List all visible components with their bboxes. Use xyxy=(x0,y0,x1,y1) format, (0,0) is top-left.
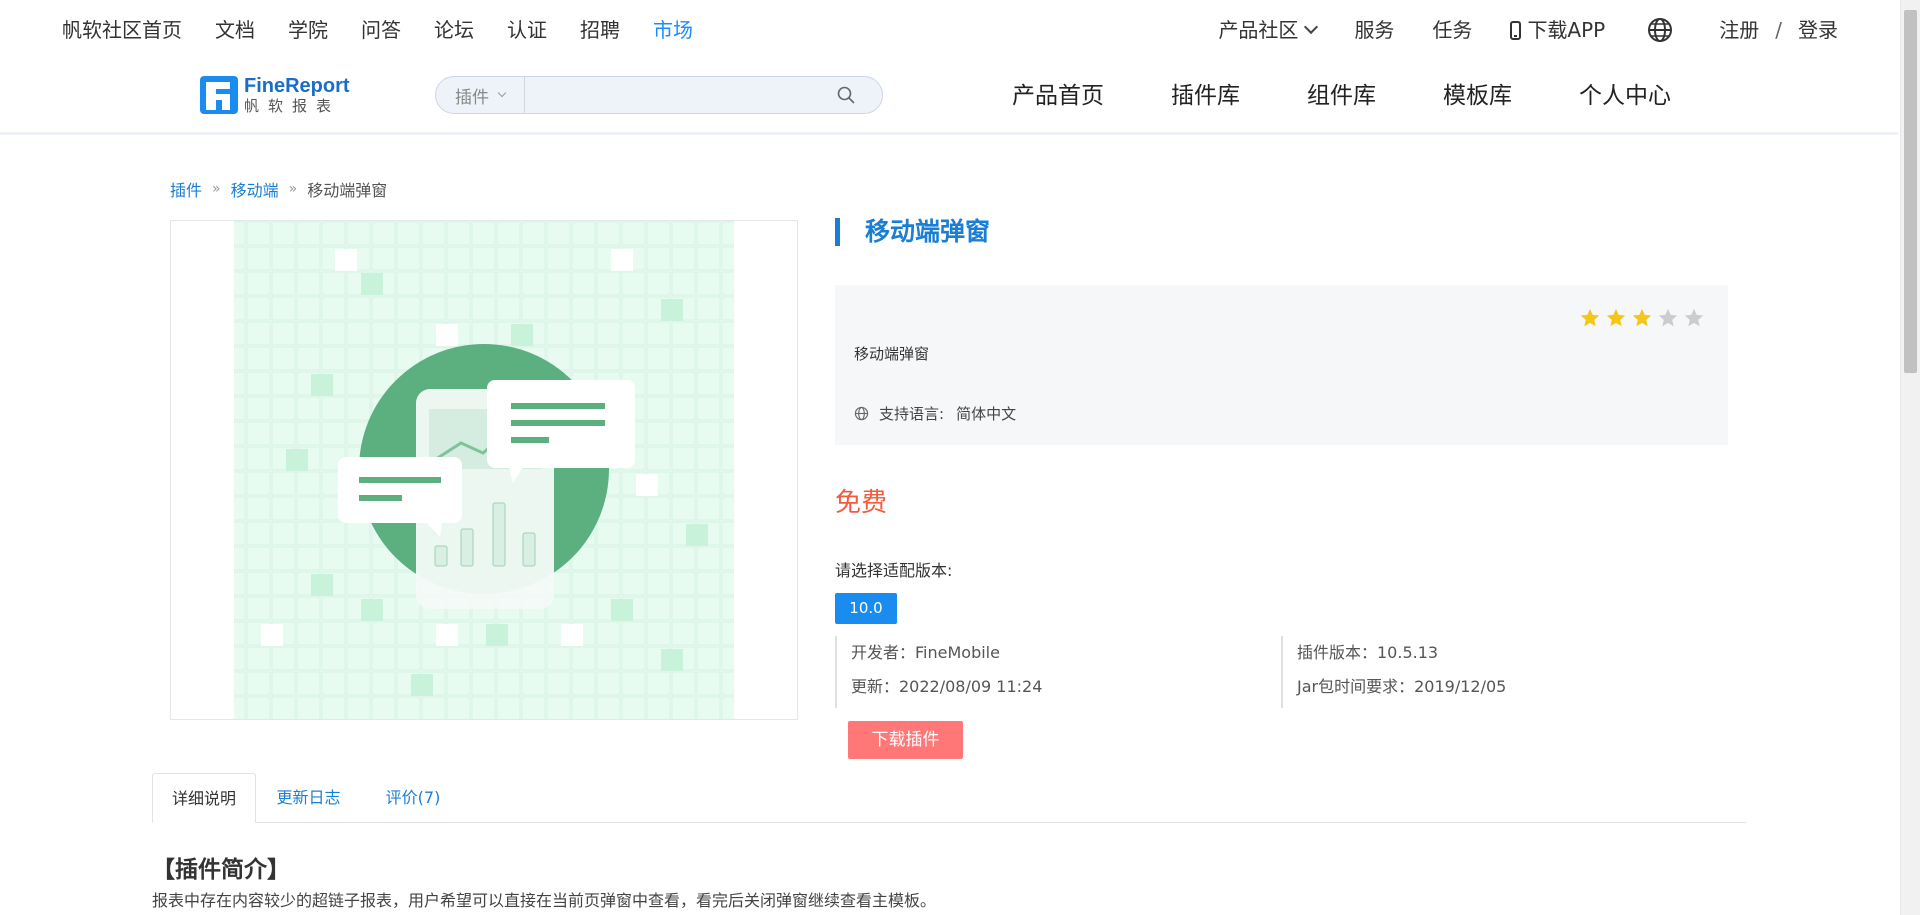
tab-reviews[interactable]: 评价(7) xyxy=(361,773,465,822)
star-filled-icon xyxy=(1606,308,1626,327)
product-community-dropdown[interactable]: 产品社区 xyxy=(1218,15,1319,45)
product-community-label: 产品社区 xyxy=(1218,18,1299,42)
nav-market[interactable]: 市场 xyxy=(653,15,693,45)
logo-text: FineReport 帆软报表 xyxy=(244,75,350,115)
mainnav-product-home[interactable]: 产品首页 xyxy=(1012,80,1104,112)
top-nav-right: 产品社区 服务 任务 下载APP 注册 / 登录 xyxy=(1218,15,1838,45)
rating-stars xyxy=(1579,307,1705,329)
globe-icon xyxy=(854,406,869,421)
breadcrumb-current: 移动端弹窗 xyxy=(307,181,388,200)
nav-qa[interactable]: 问答 xyxy=(361,15,401,45)
globe-icon xyxy=(1648,18,1673,42)
tab-details[interactable]: 详细说明 xyxy=(152,773,256,823)
auth-separator: / xyxy=(1775,18,1782,42)
version-option-10-0[interactable]: 10.0 xyxy=(835,593,897,624)
star-empty-icon xyxy=(1658,308,1678,327)
tab-changelog[interactable]: 更新日志 xyxy=(256,773,361,822)
mainnav-templates[interactable]: 模板库 xyxy=(1443,80,1512,112)
task-link[interactable]: 任务 xyxy=(1432,15,1472,45)
plugin-cover-image xyxy=(170,220,798,720)
scrollbar-thumb[interactable] xyxy=(1904,10,1917,373)
page-scrollbar[interactable] xyxy=(1900,0,1920,915)
search-category-select[interactable]: 插件 xyxy=(436,77,525,113)
breadcrumb-separator: » xyxy=(288,181,298,197)
register-link[interactable]: 注册 xyxy=(1719,15,1759,45)
plugin-description: 移动端弹窗 xyxy=(854,345,930,363)
star-empty-icon xyxy=(1684,308,1704,327)
lang-value: 简体中文 xyxy=(956,405,1017,423)
download-app-label: 下载APP xyxy=(1527,18,1606,42)
lang-label: 支持语言: xyxy=(879,405,945,423)
nav-docs[interactable]: 文档 xyxy=(215,15,255,45)
breadcrumb-separator: » xyxy=(212,181,221,197)
nav-community-home[interactable]: 帆软社区首页 xyxy=(62,15,182,45)
plugin-version: 插件版本：10.5.13 xyxy=(1297,643,1439,662)
breadcrumb: 插件 » 移动端 » 移动端弹窗 xyxy=(170,177,387,201)
logo-text-en: FineReport xyxy=(244,75,350,97)
download-plugin-button[interactable]: 下载插件 xyxy=(848,721,963,759)
nav-academy[interactable]: 学院 xyxy=(288,15,328,45)
logo-text-cn: 帆软报表 xyxy=(244,97,341,115)
finereport-logo-icon xyxy=(200,76,238,114)
plugin-title: 移动端弹窗 xyxy=(835,218,990,246)
search-icon[interactable] xyxy=(836,85,856,105)
price: 免费 xyxy=(835,488,888,518)
plugin-meta-left: 开发者：FineMobile 更新：2022/08/09 11:24 xyxy=(835,636,1042,708)
plugin-info-panel: 移动端弹窗 支持语言: 简体中文 xyxy=(835,285,1728,445)
section-intro: 报表中存在内容较少的超链子报表，用户希望可以直接在当前页弹窗中查看，看完后关闭弹… xyxy=(152,891,937,910)
developer: 开发者：FineMobile xyxy=(851,643,1000,662)
section-title: 【插件简介】 xyxy=(152,857,290,883)
auth-links: 注册 / 登录 xyxy=(1719,15,1838,45)
star-filled-icon xyxy=(1580,308,1600,327)
plugin-illustration xyxy=(234,221,734,719)
download-app-link[interactable]: 下载APP xyxy=(1510,15,1605,45)
phone-icon xyxy=(1510,20,1522,40)
supported-language: 支持语言: 简体中文 xyxy=(854,403,1016,424)
nav-forum[interactable]: 论坛 xyxy=(434,15,474,45)
search-bar: 插件 xyxy=(435,76,883,114)
chevron-down-icon xyxy=(497,88,507,98)
site-header: FineReport 帆软报表 插件 产品首页 插件库 组件库 模板库 个人中心 xyxy=(0,60,1898,135)
star-filled-icon xyxy=(1632,308,1652,327)
update-time: 更新：2022/08/09 11:24 xyxy=(851,677,1043,696)
language-switch[interactable] xyxy=(1647,17,1673,43)
version-label: 请选择适配版本: xyxy=(835,561,953,580)
login-link[interactable]: 登录 xyxy=(1798,15,1838,45)
main-nav: 产品首页 插件库 组件库 模板库 个人中心 xyxy=(1012,80,1738,112)
nav-certification[interactable]: 认证 xyxy=(507,15,547,45)
mainnav-components[interactable]: 组件库 xyxy=(1307,80,1376,112)
search-input[interactable] xyxy=(525,77,836,113)
nav-jobs[interactable]: 招聘 xyxy=(580,15,620,45)
mainnav-plugins[interactable]: 插件库 xyxy=(1171,80,1240,112)
finereport-logo[interactable]: FineReport 帆软报表 xyxy=(198,74,350,116)
task-label: 任务 xyxy=(1432,18,1473,42)
breadcrumb-plugins[interactable]: 插件 xyxy=(170,177,202,201)
mainnav-personal-center[interactable]: 个人中心 xyxy=(1579,80,1671,112)
service-label: 服务 xyxy=(1354,18,1395,42)
chevron-down-icon xyxy=(1304,19,1319,35)
top-nav: 帆软社区首页 文档 学院 问答 论坛 认证 招聘 市场 产品社区 服务 任务 下… xyxy=(0,0,1898,60)
detail-tabs: 详细说明 更新日志 评价(7) xyxy=(152,773,1746,823)
breadcrumb-mobile[interactable]: 移动端 xyxy=(231,177,279,201)
plugin-meta-right: 插件版本：10.5.13 Jar包时间要求：2019/12/05 xyxy=(1281,636,1506,708)
top-nav-left: 帆软社区首页 文档 学院 问答 论坛 认证 招聘 市场 xyxy=(62,15,726,45)
search-category-label: 插件 xyxy=(455,87,489,108)
jar-requirement: Jar包时间要求：2019/12/05 xyxy=(1297,677,1507,696)
service-link[interactable]: 服务 xyxy=(1354,15,1394,45)
